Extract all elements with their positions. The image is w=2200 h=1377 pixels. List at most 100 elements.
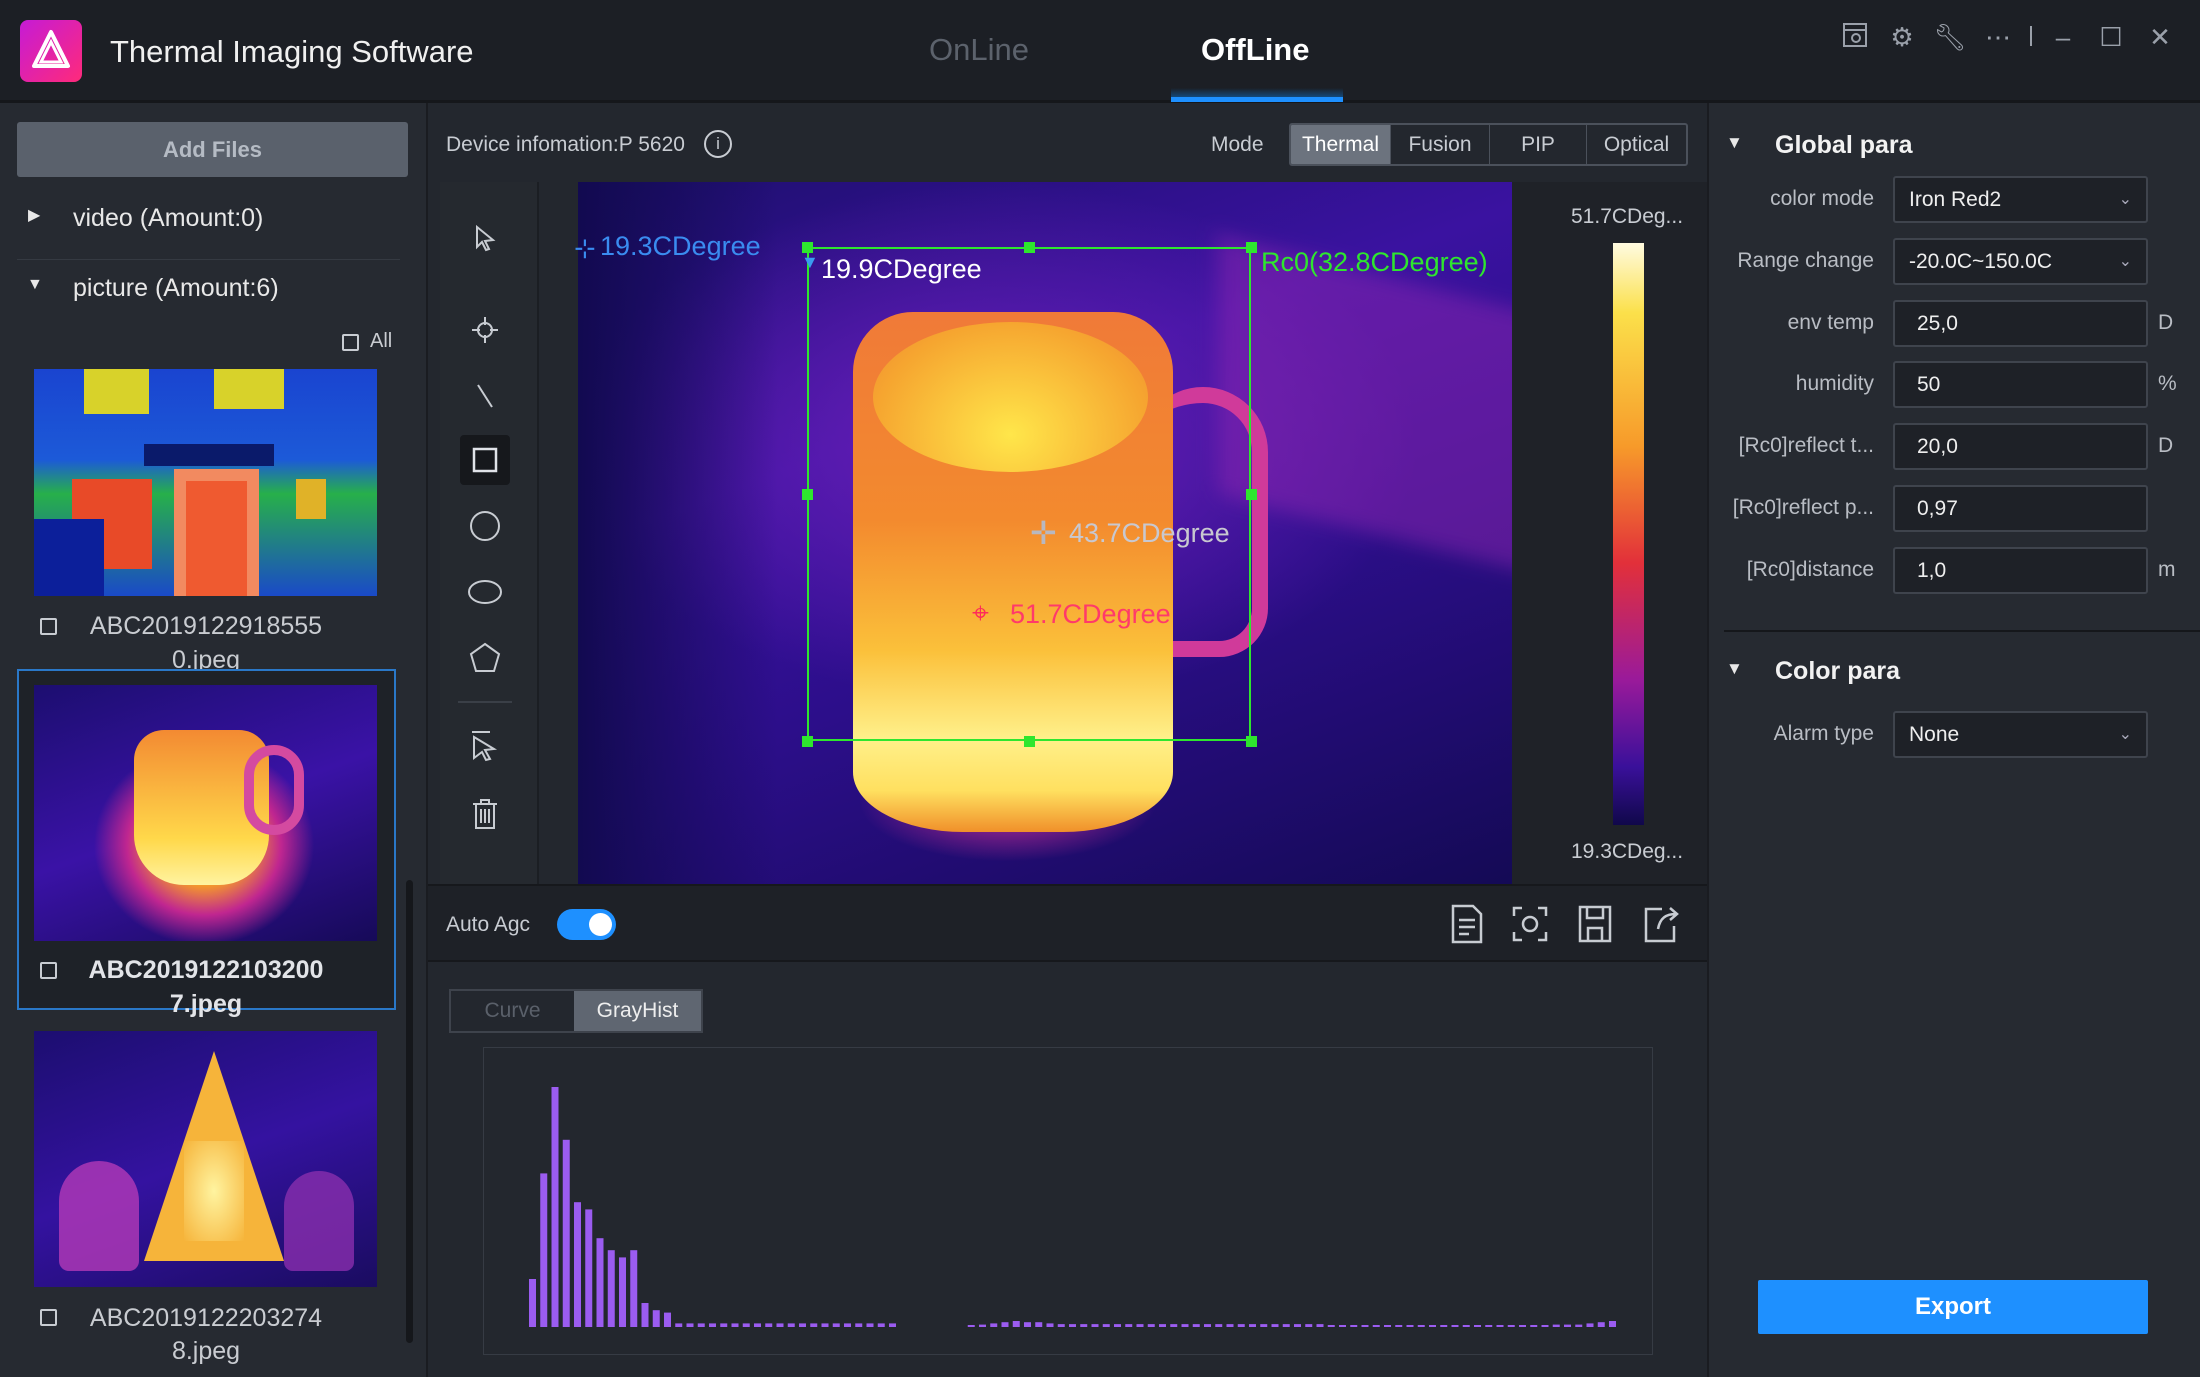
line-icon[interactable] [460,371,510,421]
sidebar-scrollbar[interactable] [406,880,413,1343]
mode-fusion[interactable]: Fusion [1391,125,1490,164]
histogram-bar [1496,1325,1504,1327]
rectangle-icon[interactable] [460,435,510,485]
mode-label: Mode [1211,133,1264,156]
alarm-type-select[interactable]: None ⌄ [1893,711,2148,758]
mode-optical[interactable]: Optical [1587,125,1686,164]
mode-pip[interactable]: PIP [1490,125,1587,164]
close-icon[interactable]: ✕ [2143,20,2177,54]
minimize-icon[interactable]: – [2046,20,2080,54]
param-input[interactable]: 0,97 [1893,485,2148,532]
thumbnail-2[interactable] [34,685,377,941]
camera-icon[interactable] [1838,20,1872,54]
global-para-title[interactable]: Global para [1775,131,1913,160]
histogram-svg [529,1087,1616,1327]
histogram-bar [877,1323,885,1327]
export-icon[interactable] [1642,904,1680,949]
collapsed-triangle-icon[interactable]: ▶ [28,205,40,225]
gear-icon[interactable]: ⚙ [1885,20,1919,54]
param-select[interactable]: -20.0C~150.0C ⌄ [1893,238,2148,285]
roi-handle[interactable] [1246,242,1257,253]
pointer-icon[interactable] [460,213,510,263]
histogram-bar [1057,1324,1065,1327]
report-icon[interactable] [1449,904,1485,949]
histogram-bar [742,1323,750,1327]
roi-handle[interactable] [1024,242,1035,253]
file-checkbox[interactable] [40,1309,57,1326]
group-video[interactable]: video (Amount:0) [73,204,263,233]
histogram-bar [1192,1324,1200,1327]
roi-handle[interactable] [1246,489,1257,500]
mode-thermal[interactable]: Thermal [1291,125,1391,164]
app-logo [20,20,82,82]
group-picture[interactable]: picture (Amount:6) [73,274,279,303]
param-input[interactable]: 25,0 [1893,300,2148,347]
roi-handle[interactable] [802,736,813,747]
thumbnail-3[interactable] [34,1031,377,1287]
tab-curve[interactable]: Curve [451,991,574,1031]
polygon-icon[interactable] [460,633,510,683]
tab-online[interactable]: OnLine [929,32,1029,68]
export-button[interactable]: Export [1758,1280,2148,1334]
param-select[interactable]: Iron Red2 ⌄ [1893,176,2148,223]
circle-icon[interactable] [460,501,510,551]
tab-grayhist[interactable]: GrayHist [574,991,701,1031]
file-name[interactable]: ABC2019122103200 [56,956,356,985]
histogram-bar [1609,1321,1616,1327]
histogram-bar [990,1323,998,1327]
file-name[interactable]: ABC2019122918555 [56,612,356,641]
save-icon[interactable] [1577,904,1613,949]
ellipse-icon[interactable] [460,567,510,617]
more-icon[interactable]: ⋯ [1981,20,2015,54]
file-name[interactable]: ABC2019122203274 [56,1304,356,1333]
collapse-global-icon[interactable]: ▼ [1726,133,1743,153]
param-value: 25,0 [1917,312,1958,335]
param-label: [Rc0]distance [1746,558,1874,581]
crosshair-icon[interactable] [460,305,510,355]
max-point-marker-icon: ⌖ [972,597,989,630]
select-icon[interactable] [460,721,510,771]
maximize-icon[interactable]: ☐ [2094,20,2128,54]
file-checkbox[interactable] [40,962,57,979]
param-value: -20.0C~150.0C [1909,250,2053,273]
add-files-button[interactable]: Add Files [17,122,408,177]
histogram-bar [810,1323,818,1327]
histogram-bar [1361,1325,1369,1327]
select-all-label: All [370,330,393,352]
histogram-bar [889,1323,896,1327]
param-unit: D [2158,311,2174,334]
histogram-tabs: Curve GrayHist [449,989,703,1033]
active-tab-indicator [1171,97,1343,102]
histogram-bar [1204,1324,1211,1327]
param-input[interactable]: 1,0 [1893,547,2148,594]
trash-icon[interactable] [460,789,510,839]
histogram-bar [697,1323,705,1327]
file-checkbox[interactable] [40,618,57,635]
roi-handle[interactable] [1024,736,1035,747]
color-para-title[interactable]: Color para [1775,657,1900,686]
tab-offline[interactable]: OffLine [1201,32,1310,68]
histogram-bar [1350,1325,1358,1327]
param-value: 1,0 [1917,559,1947,582]
roi-handle[interactable] [1246,736,1257,747]
histogram-bar [1575,1324,1583,1327]
auto-agc-toggle[interactable] [557,909,616,940]
info-icon[interactable]: i [704,130,732,158]
roi-rectangle[interactable] [807,247,1251,741]
param-value: Iron Red2 [1909,188,2002,211]
histogram-bar [1046,1323,1054,1327]
histogram-bar [1215,1324,1223,1327]
roi-min-marker-icon: ▼ [801,252,819,272]
thumbnail-1[interactable] [34,369,377,596]
select-all-checkbox[interactable] [342,334,359,351]
expanded-triangle-icon[interactable]: ▼ [27,276,43,294]
roi-handle[interactable] [802,489,813,500]
wrench-icon[interactable]: 🔧︎ [1933,20,1967,54]
screenshot-icon[interactable] [1511,904,1549,949]
param-input[interactable]: 20,0 [1893,423,2148,470]
histogram-bar [664,1312,671,1327]
param-input[interactable]: 50 [1893,361,2148,408]
collapse-color-icon[interactable]: ▼ [1726,659,1743,679]
histogram-bar [1024,1322,1031,1327]
section-divider [1724,630,2200,632]
